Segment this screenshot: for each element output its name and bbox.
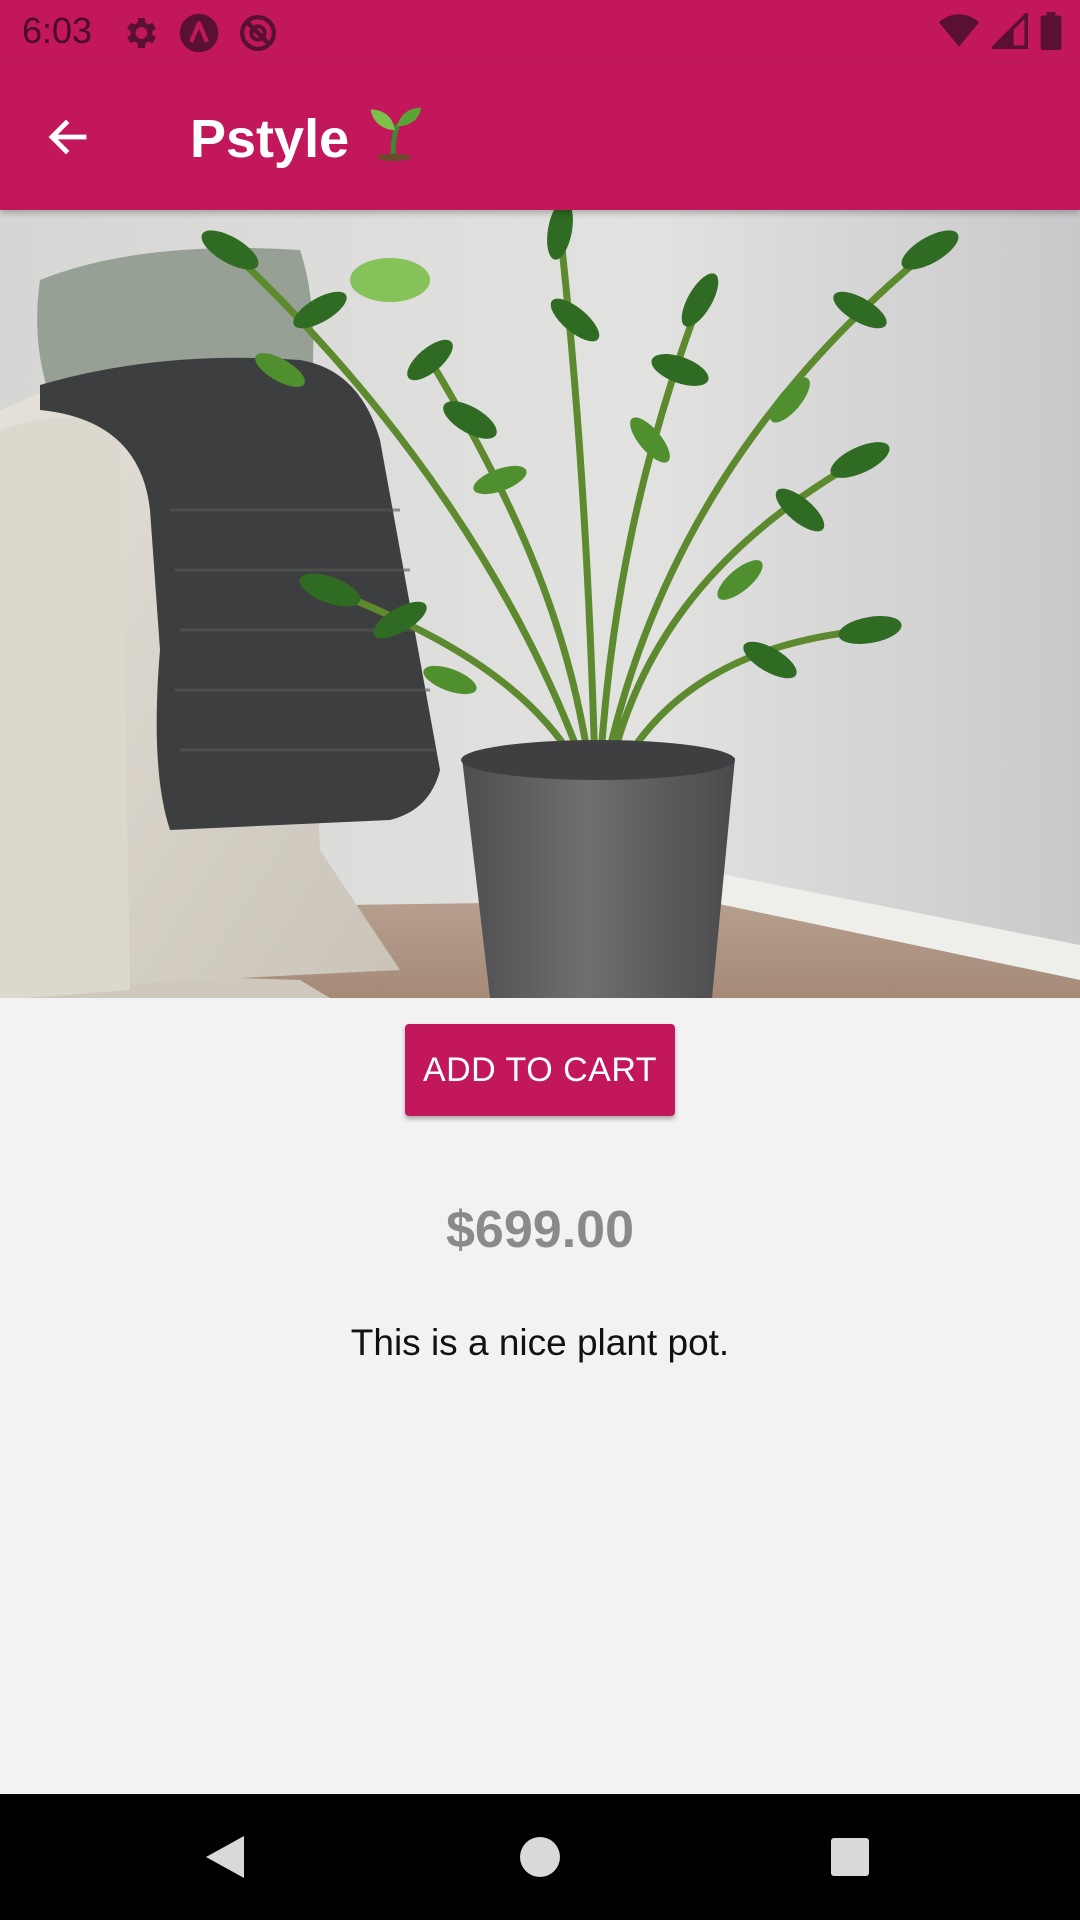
signal-icon: [989, 10, 1028, 54]
product-description: This is a nice plant pot.: [350, 1322, 730, 1363]
status-bar: 6:03: [0, 0, 1080, 64]
wifi-icon: [938, 13, 980, 54]
nav-back-button[interactable]: [190, 1822, 260, 1892]
back-button[interactable]: [28, 101, 108, 173]
navigation-bar: [0, 1794, 1080, 1920]
battery-icon: [1040, 12, 1062, 55]
no-disturb-icon: [238, 13, 278, 58]
app-title-text: Pstyle: [190, 108, 350, 169]
add-to-cart-button[interactable]: ADD TO CART: [405, 1024, 675, 1116]
seedling-icon: [365, 102, 425, 175]
back-triangle-icon: [206, 1836, 244, 1878]
status-icons-right: [938, 10, 1062, 55]
nav-recents-button[interactable]: [815, 1822, 885, 1892]
app-title: Pstyle: [190, 102, 425, 175]
product-price: $699.00: [446, 1201, 634, 1259]
app-bar: Pstyle: [0, 64, 1080, 210]
recents-square-icon: [831, 1838, 869, 1876]
product-image: [0, 210, 1080, 998]
home-circle-icon: [520, 1837, 560, 1877]
status-icons-left: [120, 12, 278, 59]
app-a-icon: [178, 12, 220, 59]
arrow-back-icon: [48, 119, 87, 155]
status-time: 6:03: [22, 10, 93, 51]
nav-home-button[interactable]: [505, 1822, 575, 1892]
screen: 6:03 Pstyle ADD TO CART $699.00 This is …: [0, 0, 1080, 1920]
settings-icon: [120, 13, 160, 58]
plant-pot-photo: [0, 210, 1080, 998]
